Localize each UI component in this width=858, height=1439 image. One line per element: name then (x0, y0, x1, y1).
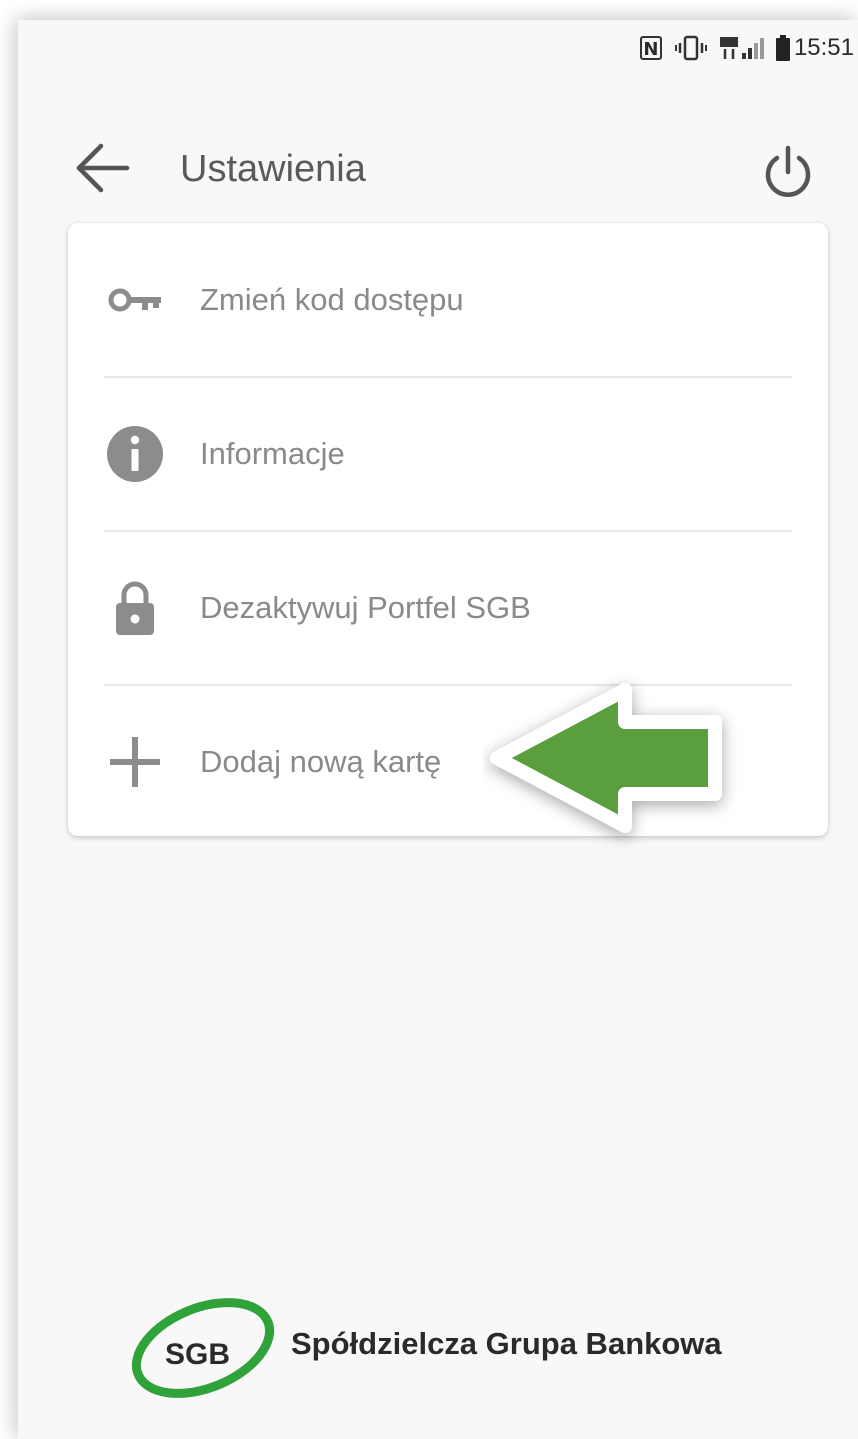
battery-icon (775, 35, 790, 61)
menu-item-label: Informacje (200, 435, 345, 471)
power-icon (765, 145, 811, 197)
arrow-left-icon (76, 143, 130, 193)
key-icon (108, 288, 161, 311)
green-arrow-icon (490, 683, 722, 833)
menu-item-label: Dodaj nową kartę (200, 743, 442, 779)
status-time: 15:51 (793, 34, 854, 61)
back-button[interactable] (73, 138, 133, 198)
vibrate-icon (674, 35, 707, 61)
status-bar: N 15:51 (18, 20, 858, 76)
logout-button[interactable] (758, 142, 818, 202)
plus-icon (110, 736, 160, 787)
page-title: Ustawienia (180, 148, 366, 190)
phone-screen: N 15:51 Ustawienia Zmień kod dostępu Inf… (18, 20, 858, 1439)
lock-icon (116, 581, 154, 635)
status-icons: N 15:51 (639, 34, 854, 62)
nfc-icon: N (639, 36, 662, 60)
menu-item-label: Dezaktywuj Portfel SGB (200, 589, 531, 625)
menu-item-label: Zmień kod dostępu (200, 281, 464, 317)
menu-item-change-passcode[interactable]: Zmień kod dostępu (68, 223, 828, 376)
logo-text: SGB (165, 1338, 230, 1371)
bank-name: Spółdzielcza Grupa Bankowa (291, 1326, 722, 1361)
toolbar: Ustawienia (18, 110, 858, 230)
sgb-logo: SGB (131, 1298, 275, 1398)
footer: SGB Spółdzielcza Grupa Bankowa (123, 1280, 843, 1420)
menu-item-information[interactable]: Informacje (68, 377, 828, 530)
signal-icon (719, 37, 764, 59)
menu-item-deactivate-wallet[interactable]: Dezaktywuj Portfel SGB (68, 531, 828, 684)
info-icon (107, 425, 163, 482)
